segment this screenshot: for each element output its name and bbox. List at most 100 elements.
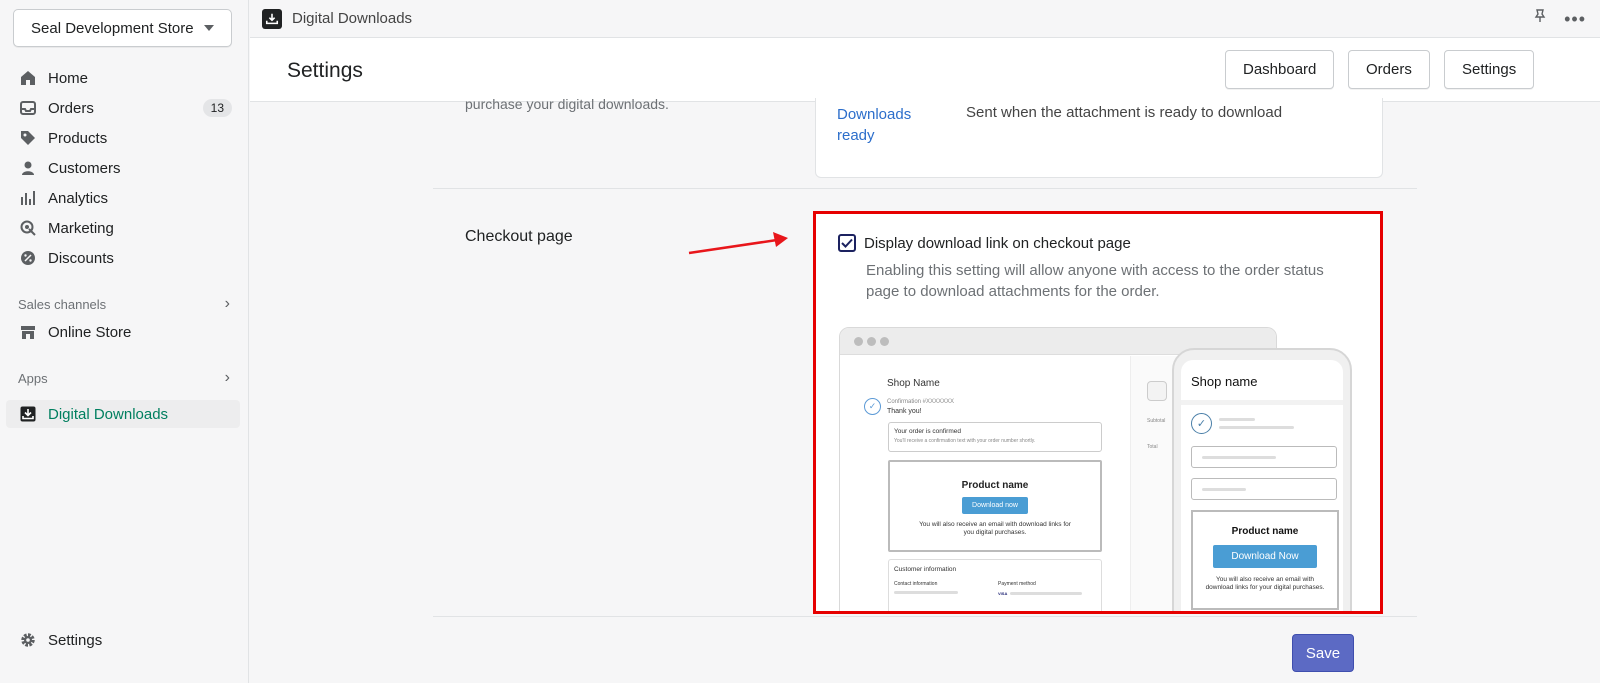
placeholder-line [894,591,958,594]
preview-shop-name: Shop Name [887,378,940,389]
bar-chart-icon [19,189,37,207]
placeholder-line [1202,456,1276,459]
annotation-arrow-icon [688,232,788,255]
preview-product-name: Product name [961,480,1029,491]
mobile-product-name: Product name [1231,526,1299,537]
window-dot [880,336,889,346]
nav-label: Digital Downloads [48,405,169,423]
divider [433,616,1417,617]
placeholder-field [1191,478,1337,500]
caret-down-icon [204,25,214,31]
preview-note: You will also receive an email with down… [919,521,1071,536]
window-dot [867,336,876,346]
inbox-icon [19,99,37,117]
store-selector[interactable]: Seal Development Store [13,9,232,47]
orders-count-badge: 13 [202,99,232,117]
nav-label: Discounts [48,249,114,267]
email-description: Sent when the attachment is ready to dow… [966,104,1283,121]
tag-icon [19,129,37,147]
nav-label: Orders [48,99,94,117]
mobile-note: You will also receive an email with down… [1205,576,1325,591]
placeholder-field [1191,446,1337,468]
home-icon [19,69,37,87]
checkout-settings-card: Display download link on checkout page E… [813,211,1383,614]
checkout-section-title: Checkout page [465,228,573,245]
checkbox-help-text: Enabling this setting will allow anyone … [866,262,1324,300]
page-header: Settings Dashboard Orders Settings [250,38,1600,102]
nav-label: Settings [48,631,103,649]
placeholder-lines [1219,418,1294,429]
nav-item-online-store[interactable]: Online Store [6,318,240,346]
chevron-right-icon: › [224,295,230,312]
nav-label: Online Store [48,323,132,341]
nav-item-digital-downloads[interactable]: Digital Downloads [6,400,240,428]
apps-header[interactable]: Apps › [18,369,230,387]
check-circle-icon: ✓ [864,398,881,415]
nav-label: Products [48,129,108,147]
card-brand-label: VISA [998,591,1008,596]
store-name: Seal Development Store [31,19,194,37]
chevron-right-icon: › [224,369,230,386]
nav-item-products[interactable]: Products [6,124,240,152]
nav-item-analytics[interactable]: Analytics [6,184,240,212]
preview-confirmed-sub: You'll receive a confirmation text with … [894,438,1036,444]
preview-contact-info: Contact information [894,581,938,587]
placeholder-line [1219,418,1255,421]
sales-channels-header[interactable]: Sales channels › [18,295,230,313]
mobile-download-box: Product name Download Now You will also … [1191,510,1339,610]
preview-confirmation: Confirmation #XXXXXXX [887,399,955,405]
app-topbar: Digital Downloads ••• [250,0,1600,38]
preview-subtotal: Subtotal [1147,418,1166,424]
placeholder-line [1010,592,1082,595]
nav-label: Marketing [48,219,114,237]
display-download-link-checkbox[interactable] [838,234,856,252]
placeholder-line [1202,488,1246,491]
preview-payment-method: Payment method [998,581,1036,587]
preview-customer-info: Customer information [894,566,957,573]
preview-thanks: Thank you! [887,408,922,415]
nav-item-marketing[interactable]: Marketing [6,214,240,242]
preview-confirmed-box: Your order is confirmed You'll receive a… [888,422,1102,452]
sidebar: Seal Development Store Home Orders 13 Pr… [0,0,249,683]
preview-download-button: Download now [962,497,1028,514]
check-circle-icon: ✓ [1191,413,1212,434]
orders-button[interactable]: Orders [1348,50,1430,89]
discount-icon [19,249,37,267]
save-button[interactable]: Save [1292,634,1354,672]
nav-item-orders[interactable]: Orders 13 [6,94,240,122]
page-title: Settings [287,59,363,82]
pin-icon[interactable] [1534,9,1546,28]
checkbox-label[interactable]: Display download link on checkout page [864,235,1131,252]
divider [433,188,1417,189]
apps-label: Apps [18,370,48,386]
nav-item-home[interactable]: Home [6,64,240,92]
app-download-icon [19,405,37,423]
nav-label: Home [48,69,89,87]
mobile-download-button: Download Now [1213,545,1317,568]
nav-item-discounts[interactable]: Discounts [6,244,240,272]
main-content: purchase your digital downloads. Downloa… [250,96,1600,683]
person-icon [19,159,37,177]
preview-customer-box: Customer information Contact information… [888,559,1102,611]
preview-download-box: Product name Download now You will also … [888,460,1102,552]
store-icon [19,323,37,341]
nav-item-settings[interactable]: Settings [6,626,240,654]
mobile-preview-illustration: Shop name ✓ Product name Download Now Yo… [1172,348,1352,611]
preview-total: Total [1147,444,1158,450]
more-actions-icon[interactable]: ••• [1564,10,1586,28]
mobile-shop-name: Shop name [1191,374,1258,389]
target-icon [19,219,37,237]
phone-screen: Shop name ✓ Product name Download Now Yo… [1181,360,1343,611]
app-title: Digital Downloads [292,10,413,27]
gear-icon [19,631,37,649]
preview-confirmed-title: Your order is confirmed [894,428,961,435]
downloads-ready-link[interactable]: Downloads ready [837,104,937,146]
dashboard-button[interactable]: Dashboard [1225,50,1335,89]
settings-button[interactable]: Settings [1444,50,1535,89]
section-description: purchase your digital downloads. [465,96,669,112]
camera-icon [1147,381,1167,401]
nav-item-customers[interactable]: Customers [6,154,240,182]
sales-channels-label: Sales channels [18,296,107,312]
placeholder-line [1219,426,1294,429]
preview-order-column: Shop Name ✓ Confirmation #XXXXXXX Thank … [840,356,1130,611]
